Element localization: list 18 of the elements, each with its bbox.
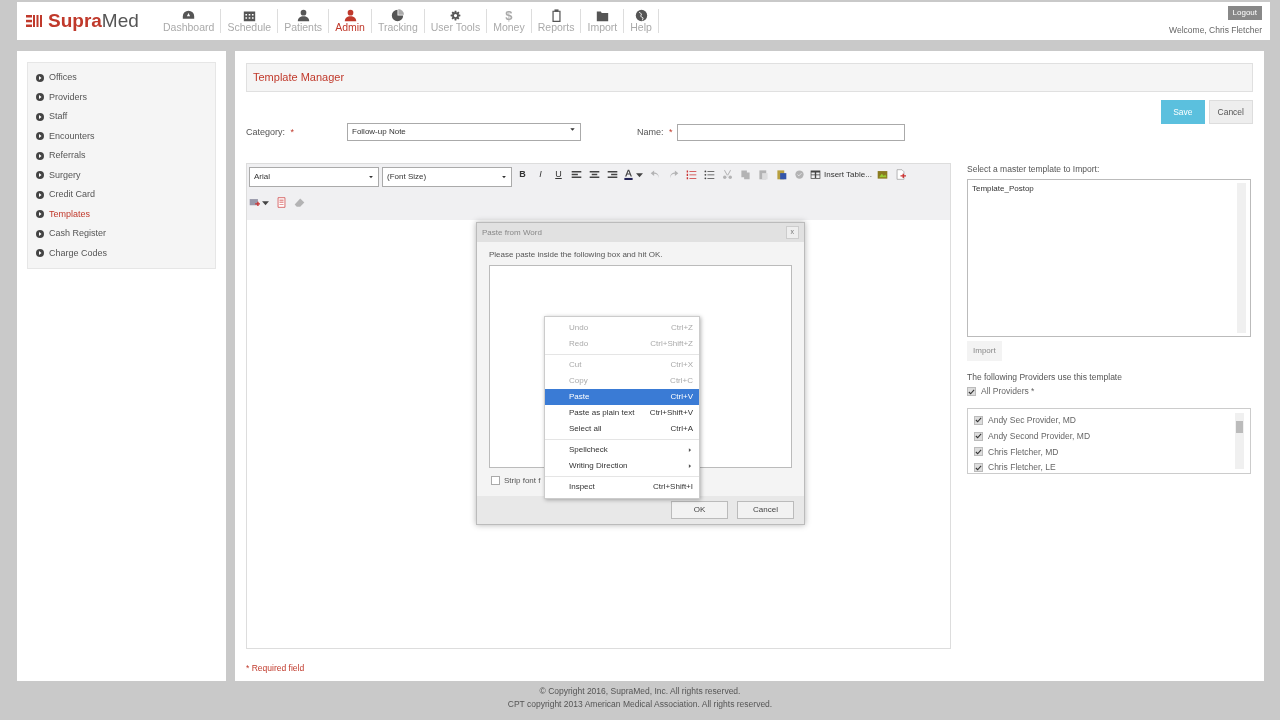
checkbox-label: Andy Second Provider, MD [988,429,1091,443]
checkbox-label: All Providers * [981,385,1035,398]
copyright-text: CPT copyright 2013 American Medical Association. All rights reserved. [506,698,774,712]
instruction-text: Please paste inside the following box and hit OK. [488,248,664,261]
required-note: * Required field [246,662,306,675]
providers-label: The following Providers use this template [967,371,1123,384]
logo-text: SupraMed [48,8,139,33]
page-title: Template Manager [246,63,1253,92]
import-label: Select a master template to Import: [967,163,1101,176]
dialog-title: Paste from Word [482,226,542,239]
welcome-text: Welcome, Chris Fletcher [1169,23,1262,37]
field-label: Name: * [637,125,673,139]
copyright-text: © Copyright 2016, SupraMed, Inc. All rights reserved. [538,685,742,698]
checkbox-label: Andy Sec Provider, MD [988,414,1076,427]
field-label: Category: * [246,125,295,139]
checkbox-label: Strip font f [504,474,541,487]
checkbox-label: Chris Fletcher, LE [988,461,1056,473]
checkbox-label: Chris Fletcher, MD [988,445,1059,459]
